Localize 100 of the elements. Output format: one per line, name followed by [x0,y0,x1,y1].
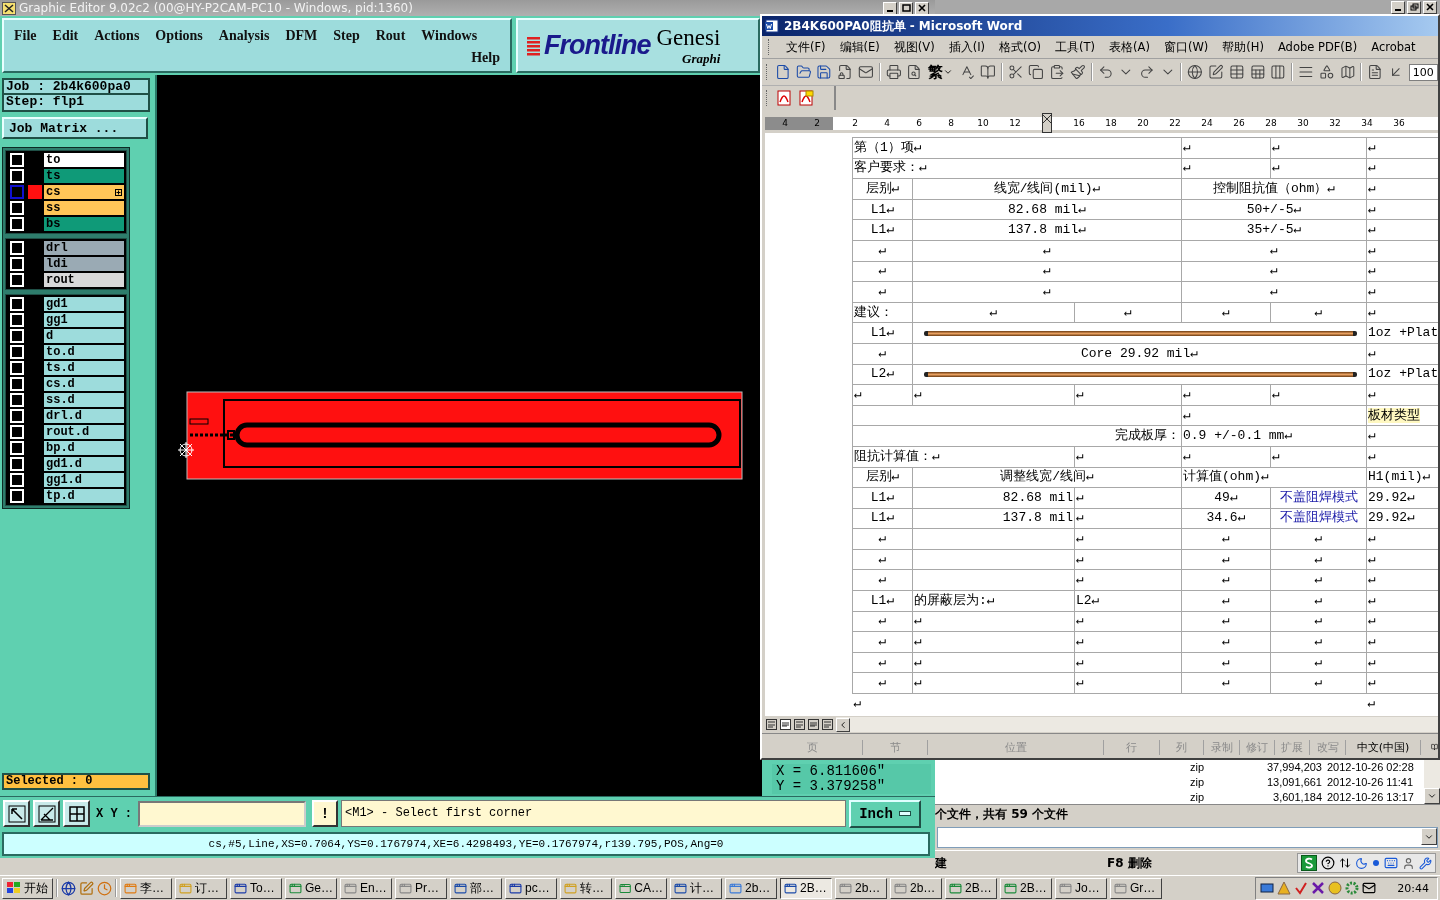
table-cell-text: ↵ [1368,181,1376,196]
menu-item[interactable]: Edit [52,28,79,44]
function-key-label[interactable]: F8 删除 [1107,854,1152,872]
taskbar-button[interactable]: Pr… [395,877,447,899]
menu-item[interactable]: Adobe PDF(B) [1277,40,1358,54]
layer-name[interactable]: bp.d [44,441,124,455]
function-key-label[interactable]: 建 [935,854,947,872]
taskbar-button[interactable]: 计… [670,877,722,899]
alert-button[interactable]: ! [312,800,338,827]
taskbar-button[interactable]: 2B… [945,877,997,899]
menu-item[interactable]: Acrobat [1371,40,1416,54]
menu-item[interactable]: 表格(A) [1109,39,1150,55]
table-cell-text: ↵ [1076,572,1084,588]
layer-name[interactable]: d [44,329,124,343]
traditional-chinese-button[interactable]: 繁 [927,62,955,82]
layer-name[interactable]: bs [44,217,124,231]
taskbar-button[interactable]: 2B… [780,877,832,899]
menu-item[interactable]: File [14,28,37,44]
layer-name[interactable]: gg1.d [44,473,124,487]
table-cell-text: 29.92↵ [1368,489,1415,505]
coordinate-readout: X = 6.811606" [776,764,887,779]
coordinate-readout: Y = 3.379258" [776,779,887,794]
taskbar-button[interactable]: 2b… [835,877,887,899]
taskbar-button[interactable]: Ge… [285,877,337,899]
table-cell-text: 1oz +Plat [1368,325,1438,341]
layer-name[interactable]: cs [44,185,124,199]
taskbar-button[interactable]: 李… [120,877,172,899]
menu-item[interactable]: Windows [421,28,478,44]
layer-name[interactable]: ts.d [44,361,124,375]
menu-item[interactable]: Analysis [218,28,270,44]
menu-item[interactable]: 窗口(W) [1163,39,1209,55]
window-title: Graphic Editor 9.02c2 (00@HY-P2CAM-PC10 - Windows, pid:1360) [19,1,413,15]
layer-name[interactable]: drl.d [44,409,124,423]
table-cell-text: ↵ [1076,510,1084,526]
file-size: 13,091,661 [1265,775,1322,788]
layer-name[interactable]: ldi [44,257,124,271]
taskbar-button[interactable]: To… [230,877,282,899]
table-cell-text: 1oz +Plat [1368,366,1438,382]
menu-item[interactable]: Actions [94,28,140,44]
paragraph-mark: ↵ [1367,696,1376,712]
menu-item[interactable]: Rout [375,28,406,44]
table-cell-text: 调整线宽/线间↵ [1000,469,1094,485]
window-title: 2B4K600PA0阻抗单 - Microsoft Word [784,17,1023,35]
ruler-number: 2 [851,118,859,128]
taskbar-button[interactable]: 订… [175,877,227,899]
menu-item[interactable]: 格式(O) [999,39,1042,55]
layer-name[interactable]: rout.d [44,425,124,439]
menu-item[interactable]: 视图(V) [893,39,935,55]
status-field: 节 [863,739,928,755]
layer-name[interactable]: ts [44,169,124,183]
layer-name[interactable]: drl [44,241,124,255]
taskbar-button[interactable]: CA… [615,877,667,899]
layer-name[interactable]: rout [44,273,124,287]
table-cell-text: ↵ [878,283,887,299]
table-cell-text: ↵ [1270,283,1278,299]
table-cell-text: ↵ [1183,448,1191,464]
ruler-number: 4 [883,118,891,128]
table-cell-text: ↵ [1183,386,1191,402]
menu-item[interactable]: 工具(T) [1055,39,1096,55]
table-cell-text: ↵ [1368,634,1376,650]
layer-name[interactable]: ss.d [44,393,124,407]
taskbar-button[interactable]: 2B… [1000,877,1052,899]
menu-item[interactable]: Options [155,28,203,44]
table-cell-text: ↵ [1314,572,1323,588]
table-cell-text: ↵ [1076,634,1084,650]
selected-count: Selected : 0 [2,773,150,790]
menu-item[interactable]: 帮助(H) [1222,39,1264,55]
taskbar-button[interactable]: 2b… [725,877,777,899]
layer-name[interactable]: ss [44,201,124,215]
menu-item[interactable]: Help [471,50,500,66]
layer-name[interactable]: gd1 [44,297,124,311]
table-cell-text: ↵ [1314,531,1323,547]
table-cell-text: ↵ [878,551,887,567]
menu-item[interactable]: 编辑(E) [839,39,880,55]
menu-item[interactable]: 插入(I) [948,39,986,55]
taskbar-button[interactable]: Gr… [1110,877,1162,899]
layer-name[interactable]: gd1.d [44,457,124,471]
menu-item[interactable]: 文件(F) [786,39,826,55]
start-button[interactable]: 开始 [2,877,53,899]
taskbar-button[interactable]: 2b… [890,877,942,899]
layer-name[interactable]: tp.d [44,489,124,503]
job-matrix-button[interactable]: Job Matrix ... [2,117,148,139]
layer-name[interactable]: to.d [44,345,124,359]
menu-item[interactable]: Step [333,28,360,44]
menu-item[interactable]: DFM [285,28,318,44]
taskbar-button[interactable]: En… [340,877,392,899]
layer-name[interactable]: cs.d [44,377,124,391]
layer-name[interactable]: to [44,153,124,167]
taskbar-button[interactable]: 转… [560,877,612,899]
layer-name[interactable]: gg1 [44,313,124,327]
taskbar-button[interactable]: pc… [505,877,557,899]
taskbar-button[interactable]: 部… [450,877,502,899]
table-cell-text: ↵ [1314,675,1323,691]
units-button[interactable]: Inch [849,799,921,828]
ruler-number: 12 [1008,118,1022,128]
taskbar-button[interactable]: Jo… [1055,877,1107,899]
table-cell-text: 计算值(ohm)↵ [1183,469,1269,485]
table-cell-text: ↵ [1076,386,1084,402]
table-cell-text: ↵ [1183,160,1191,176]
zoom-field[interactable]: 100 [1408,63,1438,81]
